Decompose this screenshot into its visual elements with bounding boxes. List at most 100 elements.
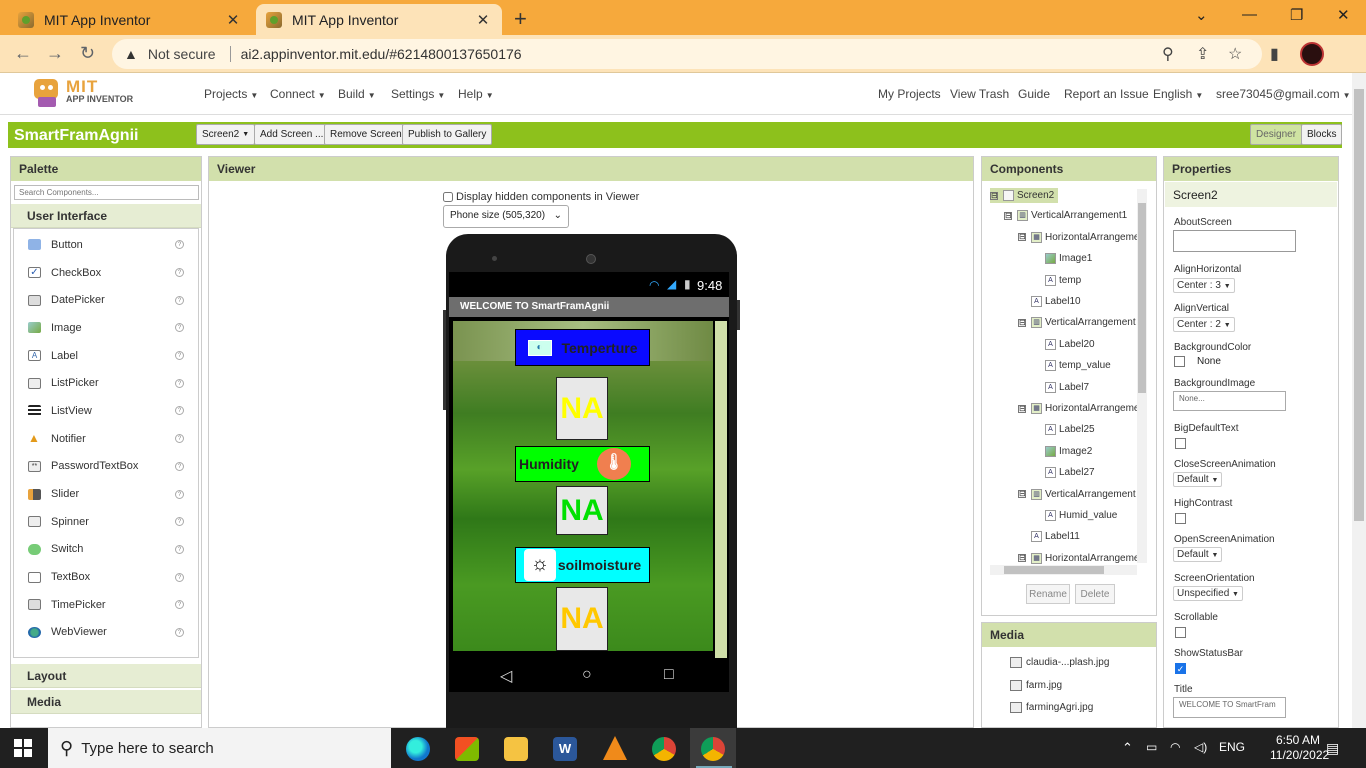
delete-button[interactable]: Delete	[1075, 584, 1115, 604]
palette-item-webviewer[interactable]: WebViewer?	[14, 619, 198, 647]
app-scrollbar[interactable]	[715, 321, 727, 658]
menu-connect[interactable]: Connect ▼	[270, 87, 326, 101]
help-icon[interactable]: ?	[175, 627, 184, 637]
palette-item-textbox[interactable]: TextBox?	[14, 563, 198, 591]
palette-item-listpicker[interactable]: ListPicker?	[14, 369, 198, 397]
restore-icon[interactable]: ❐	[1290, 6, 1303, 24]
tree-node[interactable]: Image1	[1032, 253, 1092, 265]
palette-item-checkbox[interactable]: ✓ CheckBox?	[14, 259, 198, 287]
help-icon[interactable]: ?	[175, 268, 184, 278]
tree-toggle-icon[interactable]: ⊟	[1004, 211, 1012, 220]
browser-tab-1[interactable]: MIT App Inventor ✕	[8, 4, 252, 35]
minimize-icon[interactable]: —	[1242, 6, 1257, 23]
palette-item-slider[interactable]: Slider?	[14, 480, 198, 508]
reload-icon[interactable]: ↻	[80, 43, 95, 64]
tree-toggle-icon[interactable]: ⊟	[1018, 554, 1026, 563]
about-screen-input[interactable]	[1173, 230, 1296, 252]
phone-size-select[interactable]: Phone size (505,320) ⌄	[443, 205, 569, 228]
tree-node[interactable]: A Humid_value	[1032, 510, 1117, 521]
notification-icon[interactable]: ▤	[1326, 740, 1339, 757]
nav-recents-icon[interactable]: □	[664, 666, 674, 684]
language-menu[interactable]: English ▼	[1153, 87, 1203, 101]
palette-search-input[interactable]	[14, 185, 199, 200]
display-hidden-checkbox[interactable]: Display hidden components in Viewer	[443, 191, 639, 203]
show-status-bar-checkbox[interactable]: ✓	[1175, 663, 1186, 674]
help-icon[interactable]: ?	[175, 461, 184, 471]
tree-vscrollbar[interactable]	[1137, 189, 1147, 563]
tree-node[interactable]: Atemp_value	[1032, 360, 1111, 372]
chrome-icon[interactable]	[652, 737, 676, 761]
close-window-icon[interactable]: ✕	[1337, 6, 1350, 24]
new-tab-button[interactable]: +	[514, 6, 527, 32]
tree-node[interactable]: ⊟ Screen2	[990, 188, 1059, 203]
tree-node[interactable]: A Label25	[1032, 424, 1095, 436]
forward-icon[interactable]: →	[46, 43, 64, 64]
title-input[interactable]: WELCOME TO SmartFram	[1173, 697, 1286, 718]
tree-toggle-icon[interactable]: ⊟	[1018, 318, 1026, 327]
chevron-up-icon[interactable]: ⌃	[1122, 740, 1133, 756]
palette-item-listview[interactable]: ListView?	[14, 397, 198, 425]
palette-item-switch[interactable]: Switch?	[14, 536, 198, 564]
close-screen-animation-select[interactable]: Default ▼	[1173, 472, 1223, 487]
menu-projects[interactable]: Projects ▼	[204, 87, 258, 101]
tree-node[interactable]: A Label27	[1032, 467, 1095, 479]
url-field[interactable]: ▲ Not secure ai2.appinventor.mit.edu/#62…	[112, 39, 1262, 69]
help-icon[interactable]: ?	[175, 406, 184, 416]
zoom-icon[interactable]: ⚲	[1162, 44, 1174, 64]
browser-tab-2[interactable]: MIT App Inventor ✕	[256, 4, 502, 35]
vlc-icon[interactable]	[603, 736, 627, 760]
tree-hscroll-thumb[interactable]	[1004, 566, 1104, 574]
publish-gallery-button[interactable]: Publish to Gallery	[402, 124, 493, 145]
background-image-input[interactable]: None...	[1173, 391, 1286, 411]
tree-node[interactable]: ⊟ ▥ VerticalArrangement	[1018, 488, 1136, 500]
profile-avatar[interactable]	[1300, 42, 1324, 66]
tree-vscroll-thumb[interactable]	[1138, 203, 1146, 393]
palette-item-timepicker[interactable]: TimePicker?	[14, 591, 198, 619]
tree-node[interactable]: Image2	[1032, 445, 1092, 457]
tree-node[interactable]: A Label20	[1032, 338, 1095, 350]
help-icon[interactable]: ?	[175, 378, 184, 388]
humidity-arrangement[interactable]: Humidity 🌡	[515, 446, 650, 482]
media-file[interactable]: claudia-...plash.jpg	[1010, 657, 1109, 668]
open-screen-animation-select[interactable]: Default ▼	[1173, 547, 1223, 562]
tree-hscrollbar[interactable]	[990, 565, 1137, 575]
guide-link[interactable]: Guide	[1018, 87, 1050, 101]
tree-node[interactable]: A Label11	[1018, 531, 1080, 543]
help-icon[interactable]: ?	[175, 517, 184, 527]
wifi-icon[interactable]: ◠	[1170, 740, 1180, 754]
taskbar-clock[interactable]: 6:50 AM 11/20/2022	[1270, 733, 1329, 763]
align-vertical-select[interactable]: Center : 2 ▼	[1173, 317, 1235, 332]
help-icon[interactable]: ?	[175, 351, 184, 361]
background-color-picker[interactable]: None	[1174, 356, 1221, 367]
help-icon[interactable]: ?	[175, 240, 184, 250]
palette-section-user-interface[interactable]: User Interface	[11, 204, 201, 228]
tree-node[interactable]: Atemp	[1032, 274, 1081, 286]
nav-back-icon[interactable]: ◁	[500, 666, 512, 686]
tree-node[interactable]: ⊟ ▦ HorizontalArrangement	[1018, 403, 1138, 414]
media-file[interactable]: farm.jpg	[1010, 680, 1062, 691]
close-tab-icon[interactable]: ✕	[224, 11, 242, 29]
windows-start-icon[interactable]	[14, 739, 32, 757]
palette-section-layout[interactable]: Layout	[11, 664, 201, 688]
tree-node[interactable]: ⊟ ▥ VerticalArrangement1	[1004, 210, 1127, 222]
media-file[interactable]: farmingAgri.jpg	[1010, 702, 1093, 713]
palette-item-notifier[interactable]: ▲ Notifier?	[14, 425, 198, 453]
add-screen-button[interactable]: Add Screen ...	[254, 124, 330, 145]
share-icon[interactable]: ⇪	[1196, 44, 1209, 64]
palette-section-media[interactable]: Media	[11, 690, 201, 714]
palette-item-image[interactable]: Image?	[14, 314, 198, 342]
menu-help[interactable]: Help ▼	[458, 87, 494, 101]
bookmark-star-icon[interactable]: ☆	[1228, 44, 1242, 64]
high-contrast-checkbox[interactable]	[1175, 513, 1186, 524]
soil-value-label[interactable]: NA	[556, 587, 608, 651]
palette-item-button[interactable]: Button?	[14, 231, 198, 259]
tree-toggle-icon[interactable]: ⊟	[990, 191, 998, 200]
my-projects-link[interactable]: My Projects	[878, 87, 941, 101]
file-explorer-icon[interactable]	[504, 737, 528, 761]
chevron-down-icon[interactable]: ⌄	[1195, 6, 1208, 24]
help-icon[interactable]: ?	[175, 489, 184, 499]
nav-home-icon[interactable]: ○	[582, 666, 592, 684]
word-icon[interactable]: W	[553, 737, 577, 761]
edge-icon[interactable]	[406, 737, 430, 761]
tree-toggle-icon[interactable]: ⊟	[1018, 233, 1026, 242]
